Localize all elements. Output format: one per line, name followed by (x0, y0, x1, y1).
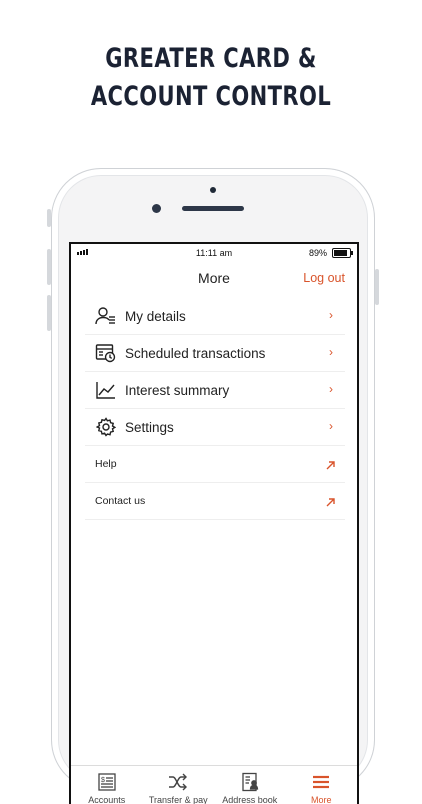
tab-label: Accounts (88, 795, 126, 804)
line-chart-icon (95, 379, 117, 401)
chevron-right-icon: › (329, 382, 333, 396)
svg-text:$: $ (101, 777, 105, 784)
volume-down-button (47, 295, 51, 331)
chevron-right-icon: › (329, 419, 333, 433)
phone-screen: 11:11 am 89% More Log out My details › S… (69, 242, 359, 804)
headline-line-2: ACCOUNT CONTROL (90, 81, 332, 112)
logout-button[interactable]: Log out (303, 271, 345, 285)
battery-percent: 89% (308, 248, 327, 258)
phone-frame: 11:11 am 89% More Log out My details › S… (47, 168, 379, 804)
volume-up-button (47, 249, 51, 285)
menu-item-help[interactable]: Help (85, 446, 345, 483)
tab-label: More (310, 795, 332, 804)
battery-icon (332, 248, 353, 258)
power-button (375, 269, 379, 305)
external-arrow-icon (326, 494, 335, 512)
menu-item-settings[interactable]: Settings › (85, 409, 345, 446)
gear-icon (95, 416, 117, 438)
marketing-headline: GREATER CARD & ACCOUNT CONTROL (46, 40, 375, 116)
front-camera (152, 204, 161, 213)
menu-item-label: Interest summary (125, 382, 230, 398)
chevron-right-icon: › (329, 308, 333, 322)
menu-item-interest-summary[interactable]: Interest summary › (85, 372, 345, 409)
menu-item-label: Contact us (95, 495, 146, 507)
hamburger-menu-icon (286, 771, 358, 793)
tab-address-book[interactable]: Address book (214, 766, 286, 804)
scheduled-calendar-icon (95, 342, 117, 364)
menu-item-contact-us[interactable]: Contact us (85, 483, 345, 520)
accounts-icon: $ (71, 771, 143, 793)
bottom-tab-bar: $ Accounts Transfer & pay Address book M… (71, 765, 357, 804)
nav-bar: More Log out (71, 266, 357, 294)
user-details-icon (95, 305, 117, 327)
tab-more[interactable]: More (286, 766, 358, 804)
tab-accounts[interactable]: $ Accounts (71, 766, 143, 804)
chevron-right-icon: › (329, 345, 333, 359)
status-bar: 11:11 am 89% (71, 244, 357, 262)
tab-transfer-pay[interactable]: Transfer & pay (143, 766, 215, 804)
menu-item-label: My details (125, 308, 186, 324)
menu-item-label: Scheduled transactions (125, 345, 266, 361)
external-arrow-icon (326, 457, 335, 475)
menu-item-scheduled-transactions[interactable]: Scheduled transactions › (85, 335, 345, 372)
tab-label: Transfer & pay (148, 795, 208, 804)
address-book-icon (214, 771, 286, 793)
headline-line-1: GREATER CARD & (105, 43, 317, 74)
mute-switch (47, 209, 51, 227)
proximity-sensor (210, 187, 216, 193)
more-menu-list: My details › Scheduled transactions › In… (85, 298, 345, 520)
tab-label: Address book (222, 795, 278, 804)
menu-item-my-details[interactable]: My details › (85, 298, 345, 335)
shuffle-icon (143, 771, 215, 793)
menu-item-label: Settings (125, 419, 174, 435)
menu-item-label: Help (95, 458, 117, 470)
earpiece-speaker (182, 206, 244, 211)
